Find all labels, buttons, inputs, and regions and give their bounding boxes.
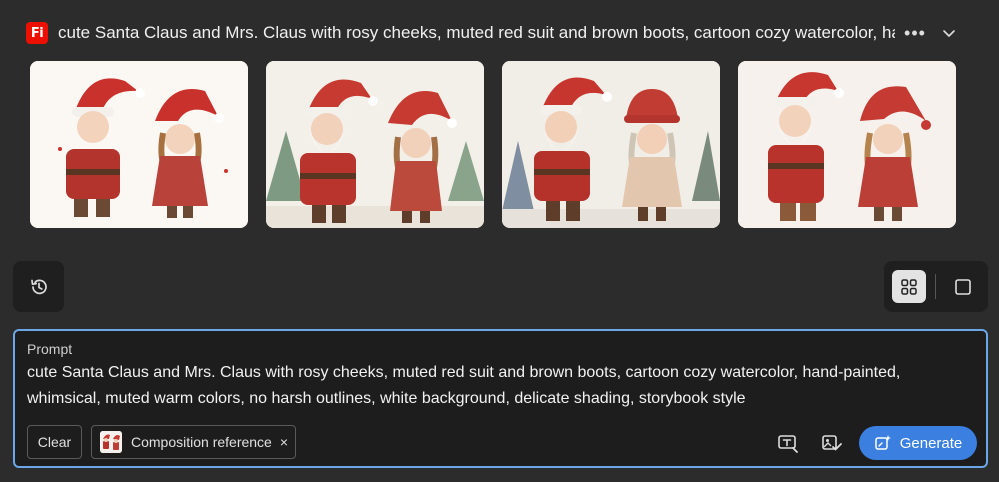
composition-reference-chip[interactable]: Composition reference ×	[91, 425, 296, 459]
firefly-logo: Fi	[26, 22, 48, 44]
prompt-label: Prompt	[27, 341, 73, 357]
header: Fi cute Santa Claus and Mrs. Claus with …	[26, 22, 966, 44]
generate-label: Generate	[899, 434, 963, 452]
single-view-button[interactable]	[946, 270, 980, 303]
composition-reference-thumbnail	[100, 431, 122, 453]
image-check-icon	[822, 435, 842, 451]
santa-and-mrs-claus-illustration	[738, 61, 956, 228]
grid-view-button[interactable]	[892, 270, 926, 303]
expand-button[interactable]	[938, 22, 960, 44]
more-options-button[interactable]: •••	[904, 22, 926, 44]
result-image-2[interactable]	[266, 61, 484, 228]
remove-reference-button[interactable]: ×	[280, 434, 288, 450]
more-horizontal-icon: •••	[904, 22, 926, 43]
generate-sparkle-icon	[874, 434, 892, 452]
text-to-image-icon	[778, 435, 798, 453]
clear-button[interactable]: Clear	[27, 425, 82, 459]
result-image-1[interactable]	[30, 61, 248, 228]
divider	[935, 274, 936, 299]
chevron-down-icon	[943, 30, 955, 37]
result-image-3[interactable]	[502, 61, 720, 228]
history-panel	[13, 261, 64, 312]
prompt-input[interactable]: cute Santa Claus and Mrs. Claus with ros…	[27, 360, 967, 412]
santa-and-mrs-claus-illustration	[266, 61, 484, 228]
view-switcher	[884, 261, 988, 312]
generate-button[interactable]: Generate	[859, 426, 977, 460]
single-view-icon	[955, 278, 971, 295]
prompt-panel: Prompt cute Santa Claus and Mrs. Claus w…	[13, 329, 988, 468]
santa-and-mrs-claus-illustration	[30, 61, 248, 228]
history-icon	[30, 279, 47, 294]
santa-and-mrs-claus-illustration	[502, 61, 720, 228]
history-button[interactable]	[29, 277, 49, 297]
text-effects-button[interactable]	[775, 430, 801, 456]
result-image-4[interactable]	[738, 61, 956, 228]
prompt-title: cute Santa Claus and Mrs. Claus with ros…	[58, 23, 895, 42]
grid-view-icon	[901, 278, 917, 295]
style-match-button[interactable]	[819, 430, 845, 456]
composition-reference-label: Composition reference	[131, 434, 272, 450]
